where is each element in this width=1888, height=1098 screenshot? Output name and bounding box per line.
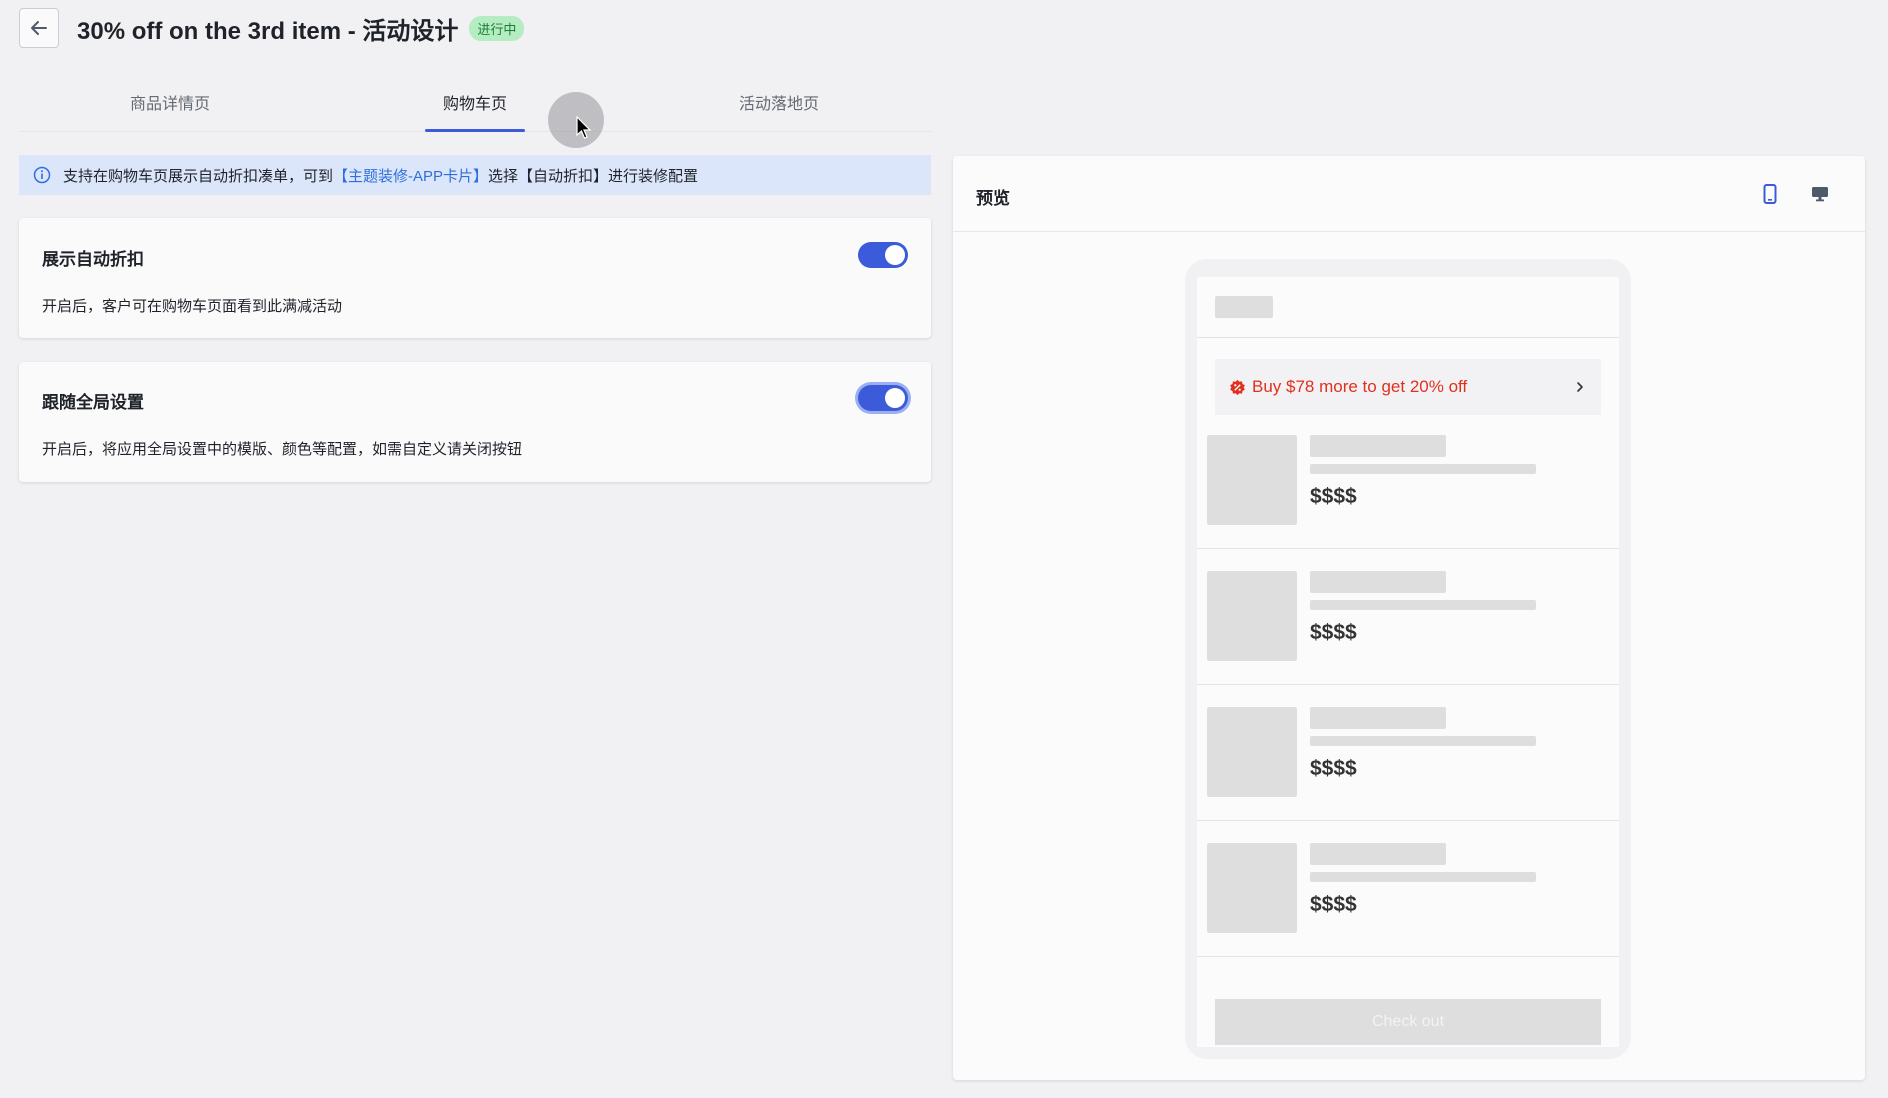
product-price: $$$$	[1310, 485, 1357, 508]
tab-landing-page[interactable]: 活动落地页	[739, 90, 819, 114]
product-image-placeholder	[1207, 843, 1297, 933]
chevron-right-icon	[1577, 382, 1583, 392]
header-placeholder	[1215, 296, 1273, 318]
discount-badge-icon	[1230, 379, 1245, 395]
setting-description: 开启后，客户可在购物车页面看到此满减活动	[42, 298, 343, 315]
product-subtitle-placeholder	[1310, 872, 1536, 882]
info-notice: 支持在购物车页展示自动折扣凑单，可到 【主题装修-APP卡片】 选择【自动折扣】…	[19, 155, 931, 195]
toggle-knob	[885, 388, 905, 408]
page-header: 30% off on the 3rd item - 活动设计 进行中	[19, 8, 525, 48]
divider	[1197, 820, 1619, 821]
auto-discount-toggle[interactable]	[858, 242, 908, 268]
phone-preview-frame: Buy $78 more to get 20% off $$$$ $$$$ $$…	[1185, 259, 1631, 1059]
theme-decoration-link[interactable]: 【主题装修-APP卡片】	[333, 165, 488, 186]
product-price: $$$$	[1310, 893, 1357, 916]
product-subtitle-placeholder	[1310, 600, 1536, 610]
arrow-left-icon	[31, 21, 47, 35]
product-subtitle-placeholder	[1310, 736, 1536, 746]
desktop-monitor-icon	[1812, 187, 1828, 202]
preview-title: 预览	[976, 189, 1010, 208]
setting-title: 跟随全局设置	[42, 393, 144, 412]
global-settings-toggle[interactable]	[858, 385, 908, 411]
status-badge: 进行中	[469, 15, 525, 41]
product-image-placeholder	[1207, 571, 1297, 661]
page: 30% off on the 3rd item - 活动设计 进行中 商品详情页…	[0, 0, 1888, 1098]
product-image-placeholder	[1207, 435, 1297, 525]
page-title: 30% off on the 3rd item - 活动设计	[77, 17, 459, 45]
product-price: $$$$	[1310, 757, 1357, 780]
mobile-device-icon	[1763, 184, 1777, 204]
mouse-cursor-icon	[576, 116, 592, 139]
setting-card-global-settings: 跟随全局设置 开启后，将应用全局设置中的模版、颜色等配置，如需自定义请关闭按钮	[19, 362, 931, 482]
divider	[1197, 548, 1619, 549]
product-subtitle-placeholder	[1310, 464, 1536, 474]
divider	[1197, 337, 1619, 338]
notice-text-suffix: 选择【自动折扣】进行装修配置	[488, 167, 699, 185]
back-button[interactable]	[19, 8, 59, 48]
promo-text: Buy $78 more to get 20% off	[1252, 377, 1468, 396]
info-circle-icon	[33, 166, 51, 184]
discount-promo-bar[interactable]: Buy $78 more to get 20% off	[1215, 359, 1601, 415]
preview-header: 预览	[953, 156, 1865, 232]
product-price: $$$$	[1310, 621, 1357, 644]
setting-description: 开启后，将应用全局设置中的模版、颜色等配置，如需自定义请关闭按钮	[42, 441, 523, 458]
checkout-button[interactable]: Check out	[1215, 999, 1601, 1045]
cart-page-preview: Buy $78 more to get 20% off $$$$ $$$$ $$…	[1197, 277, 1619, 1047]
tab-bar: 商品详情页 购物车页 活动落地页	[19, 70, 931, 132]
setting-title: 展示自动折扣	[42, 250, 144, 269]
active-tab-indicator	[425, 129, 525, 132]
notice-text: 支持在购物车页展示自动折扣凑单，可到	[63, 167, 334, 185]
preview-panel: 预览 Buy $78 more to get 20% off $$$$ $$$$…	[953, 156, 1865, 1080]
toggle-knob	[885, 245, 905, 265]
tab-cart[interactable]: 购物车页	[443, 90, 507, 114]
product-image-placeholder	[1207, 707, 1297, 797]
mobile-view-button[interactable]	[1758, 182, 1782, 206]
product-title-placeholder	[1310, 435, 1446, 457]
product-title-placeholder	[1310, 843, 1446, 865]
product-title-placeholder	[1310, 707, 1446, 729]
divider	[1197, 684, 1619, 685]
setting-card-auto-discount: 展示自动折扣 开启后，客户可在购物车页面看到此满减活动	[19, 218, 931, 338]
divider	[1197, 956, 1619, 957]
desktop-view-button[interactable]	[1808, 182, 1832, 206]
tab-product-detail[interactable]: 商品详情页	[130, 90, 210, 114]
product-title-placeholder	[1310, 571, 1446, 593]
